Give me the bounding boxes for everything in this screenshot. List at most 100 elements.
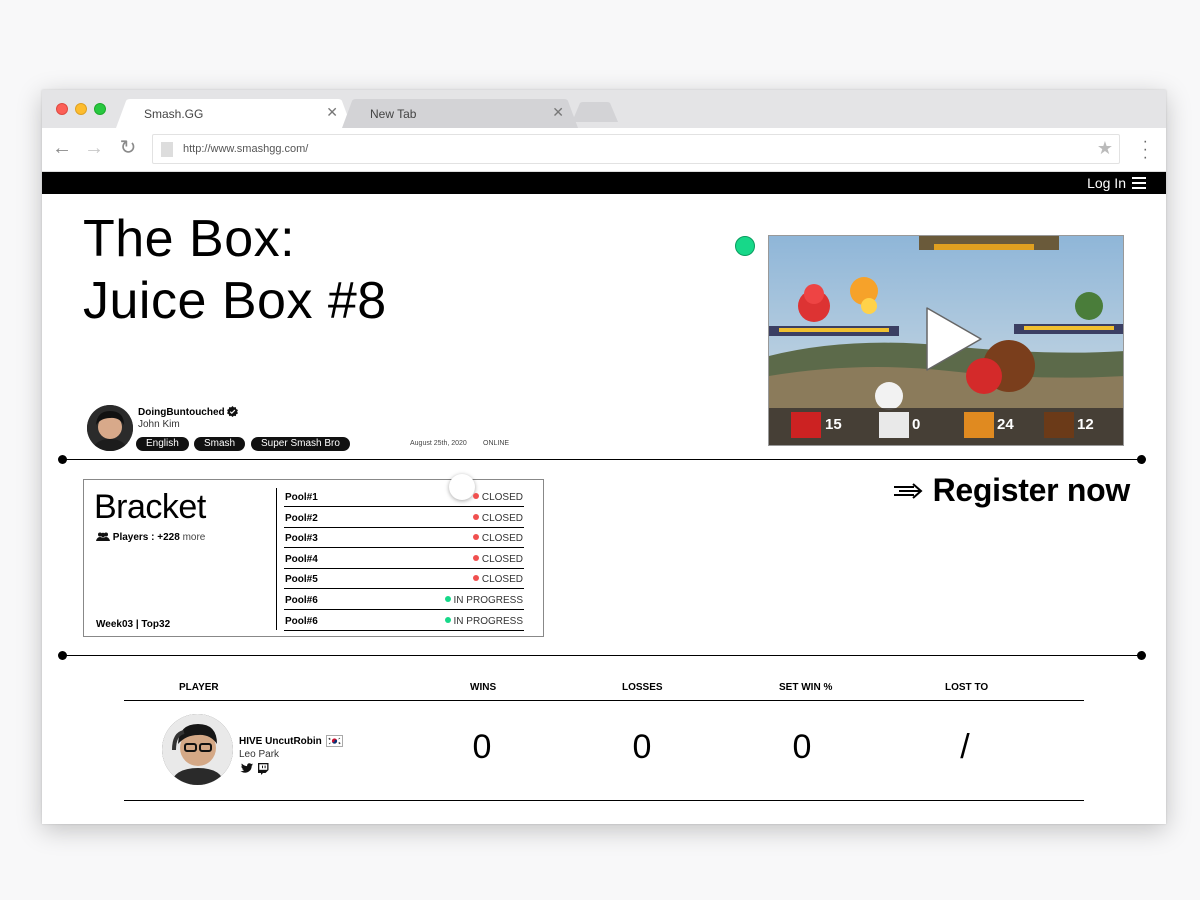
divider-endpoint [1137,455,1146,464]
event-title-line-1: The Box: [83,210,296,268]
address-bar[interactable]: http://www.smashgg.com/ ★ [152,134,1120,164]
url-text: http://www.smashgg.com/ [183,143,309,155]
verified-badge-icon [227,406,239,417]
status-dot [472,513,479,520]
pool-status: CLOSED [472,512,523,524]
player-avatar[interactable] [162,714,233,785]
pool-name: Pool#2 [285,512,318,524]
player-name: Leo Park [239,749,280,760]
tab-new-tab[interactable]: New Tab ✕ [342,99,578,128]
new-tab-button[interactable] [572,99,618,128]
korea-flag-icon [326,735,343,747]
pool-row[interactable]: Pool#4 CLOSED [284,549,524,569]
losses-value: 0 [632,728,652,766]
maximize-window-button[interactable] [94,103,106,115]
pool-status: CLOSED [472,492,523,503]
event-date: August 25th, 2020 [410,440,467,447]
pool-status-text: IN PROGRESS [453,615,523,627]
pool-name: Pool#5 [285,574,318,586]
new-tab-shape [572,102,618,122]
pool-name: Pool#6 [285,595,318,606]
login-link[interactable]: Log In [1087,175,1126,191]
pool-status: IN PROGRESS [444,615,523,627]
pool-name: Pool#3 [285,533,318,545]
close-tab-icon[interactable]: ✕ [326,104,338,121]
tag-title[interactable]: Super Smash Bro [251,437,350,451]
status-dot [444,596,451,602]
pool-name: Pool#4 [285,553,318,565]
forward-arrow-icon[interactable]: → [82,137,106,161]
page-icon [161,142,173,157]
pool-status-text: CLOSED [481,533,523,545]
play-icon[interactable] [921,304,987,374]
tag-game[interactable]: Smash [194,437,246,451]
pool-status-text: IN PROGRESS [453,595,523,606]
players-more-link[interactable]: more [183,532,206,543]
close-window-button[interactable] [56,103,68,115]
status-dot [472,493,479,499]
twitter-icon[interactable] [240,763,253,774]
divider-endpoint [1137,651,1146,660]
divider-endpoint [58,455,67,464]
tab-bar: Smash.GG ✕ New Tab ✕ [42,90,1166,128]
pool-status: IN PROGRESS [444,595,523,606]
wins-value: 0 [472,728,492,766]
site-header: Log In [42,172,1166,194]
svg-text:0: 0 [912,416,920,433]
status-dot [472,554,479,561]
register-button[interactable]: Register now [892,472,1130,512]
tag-language[interactable]: English [136,437,189,451]
close-tab-icon[interactable]: ✕ [552,104,564,121]
status-dot [444,616,451,623]
card-divider [276,488,277,630]
event-title: The Box: Juice Box #8 [83,208,387,332]
organizer-avatar[interactable] [87,405,133,451]
organizer-handle[interactable]: DoingBuntouched [138,406,239,418]
player-handle[interactable]: HIVE UncutRobin [239,736,322,747]
pool-status-text: CLOSED [481,553,523,565]
column-header-set-win: SET WIN % [779,682,833,693]
players-summary[interactable]: Players : +228 more [96,532,205,543]
pool-row[interactable]: Pool#2 CLOSED [284,508,524,528]
pool-name: Pool#6 [285,615,318,627]
bookmark-star-icon[interactable]: ★ [1097,138,1113,159]
pool-row[interactable]: Pool#3 CLOSED [284,528,524,549]
lost-to-value: / [960,728,970,766]
browser-menu-icon[interactable]: · · · [1143,134,1148,166]
organizer-handle-text: DoingBuntouched [138,407,225,418]
organizer-photo [87,405,133,451]
flag-emblem [328,737,341,745]
column-header-wins: WINS [470,682,497,693]
minimize-window-button[interactable] [75,103,87,115]
divider-endpoint [58,651,67,660]
tab-label: Smash.GG [144,107,204,121]
pool-name: Pool#1 [285,492,318,503]
column-header-lost-to: LOST TO [945,682,989,693]
tab-smashgg[interactable]: Smash.GG ✕ [116,99,352,128]
back-arrow-icon[interactable]: ← [50,137,74,161]
pool-status-text: CLOSED [481,492,523,503]
hamburger-menu-icon[interactable] [1132,177,1146,189]
pool-status-text: CLOSED [481,574,523,586]
event-mode: ONLINE [483,440,510,447]
status-dot [472,534,479,541]
pool-row[interactable]: Pool#5 CLOSED [284,569,524,590]
svg-text:24: 24 [997,416,1014,433]
browser-toolbar: ← → ↻ http://www.smashgg.com/ ★ · · · [42,128,1166,172]
section-divider [62,459,1142,460]
section-divider [62,655,1142,656]
status-dot [472,575,479,582]
table-bottom-line [124,800,1084,801]
pool-row[interactable]: Pool#6 IN PROGRESS [284,611,524,631]
live-indicator [735,236,755,256]
pool-status: CLOSED [472,533,523,545]
tab-label: New Tab [370,107,417,121]
pool-status-text: CLOSED [481,512,523,524]
organizer-name: John Kim [138,419,180,430]
twitch-icon[interactable] [257,763,269,775]
set-win-value: 0 [792,728,812,766]
video-player[interactable]: 15 0 24 12 [768,235,1124,446]
pool-row[interactable]: Pool#1 CLOSED [284,487,524,507]
pool-row[interactable]: Pool#6 IN PROGRESS [284,590,524,610]
reload-icon[interactable]: ↻ [116,137,140,161]
